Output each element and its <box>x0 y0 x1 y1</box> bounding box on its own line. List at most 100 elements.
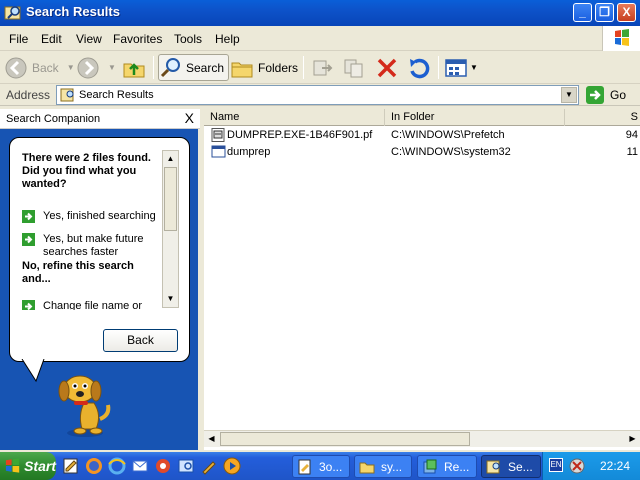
taskbar-task-1[interactable]: 3o... <box>292 455 350 478</box>
address-bar: Address Search Results ▼ Go <box>0 84 640 106</box>
task-label: Re... <box>444 459 470 474</box>
restore-button[interactable]: ❐ <box>595 3 614 22</box>
column-in-folder[interactable]: In Folder <box>385 109 565 126</box>
results-list: Name In Folder S DUMPREP.EXE-1B46F901.pf… <box>204 109 640 450</box>
folder-icon <box>359 462 375 473</box>
menu-help[interactable]: Help <box>215 32 240 46</box>
green-arrow-icon <box>22 233 35 246</box>
search-results-icon <box>486 460 500 473</box>
column-name[interactable]: Name <box>204 109 385 126</box>
table-row[interactable]: dumprep C:\WINDOWS\system32 11 <box>204 144 640 161</box>
column-size[interactable]: S <box>565 109 640 126</box>
column-headers: Name In Folder S <box>204 109 640 126</box>
delete-button[interactable] <box>375 54 399 81</box>
language-indicator[interactable]: EN <box>549 458 563 472</box>
title-bar[interactable]: Search Results _ ❐ X <box>0 0 640 26</box>
menu-favorites[interactable]: Favorites <box>113 32 162 46</box>
system-tray: EN 22:24 <box>542 452 640 480</box>
scroll-left-arrow-icon[interactable]: ◀ <box>204 432 219 446</box>
address-input[interactable]: Search Results ▼ <box>56 85 579 105</box>
search-label: Search <box>186 60 225 75</box>
undo-icon <box>410 58 430 78</box>
search-companion-title: Search Companion <box>6 113 101 125</box>
folders-icon <box>231 62 253 77</box>
rover-dog-icon <box>58 375 111 437</box>
document-icon <box>298 459 311 474</box>
start-button[interactable]: Start <box>0 452 56 480</box>
chevron-down-icon[interactable]: ▼ <box>67 63 75 72</box>
taskbar-task-4[interactable]: Se... <box>481 455 541 478</box>
scroll-down-arrow-icon[interactable]: ▼ <box>164 292 177 306</box>
menu-file[interactable]: File <box>9 32 28 46</box>
views-button[interactable]: ▼ <box>444 54 478 81</box>
file-size: 11 <box>626 146 638 158</box>
forward-button[interactable]: ▼ <box>76 54 116 81</box>
media-icon[interactable] <box>154 457 172 475</box>
outlook-express-icon[interactable] <box>131 457 149 475</box>
folders-label: Folders <box>258 60 299 75</box>
copy-to-button[interactable] <box>342 54 366 81</box>
task-label: sy... <box>381 459 403 474</box>
menu-tools[interactable]: Tools <box>174 32 202 46</box>
network-disconnected-icon[interactable] <box>569 458 585 474</box>
scroll-up-arrow-icon[interactable]: ▲ <box>164 152 177 166</box>
scroll-thumb[interactable] <box>164 167 177 231</box>
registry-icon <box>423 459 437 473</box>
notepad-icon[interactable] <box>62 457 80 475</box>
chevron-down-icon[interactable]: ▼ <box>470 63 478 72</box>
views-icon <box>445 58 467 77</box>
up-folder-button[interactable] <box>122 54 146 81</box>
results-found-heading: There were 2 files found. Did you find w… <box>22 152 151 190</box>
clock[interactable]: 22:24 <box>600 459 630 473</box>
scroll-right-arrow-icon[interactable]: ▶ <box>625 432 640 446</box>
magnifier-icon <box>160 57 180 77</box>
folders-button[interactable]: Folders <box>230 54 298 81</box>
yes-finished-option[interactable]: Yes, finished searching <box>22 210 156 223</box>
refine-heading: No, refine this search and... <box>22 260 134 285</box>
move-to-button[interactable] <box>310 54 334 81</box>
undo-button[interactable] <box>407 54 431 81</box>
minimize-button[interactable]: _ <box>573 3 592 22</box>
back-button[interactable]: Back ▼ <box>4 54 75 81</box>
internet-explorer-icon[interactable] <box>108 457 126 475</box>
search-button[interactable]: Search <box>158 54 230 81</box>
window-title: Search Results <box>26 4 120 19</box>
speech-bubble: There were 2 files found. Did you find w… <box>9 137 190 362</box>
windows-logo-icon <box>5 458 20 473</box>
forward-arrow-icon <box>77 57 99 78</box>
copy-to-icon <box>344 59 363 77</box>
media-player-icon[interactable] <box>223 457 241 475</box>
explorer-icon[interactable] <box>177 457 195 475</box>
close-button[interactable]: X <box>617 3 636 22</box>
address-dropdown-button[interactable]: ▼ <box>561 87 577 103</box>
windows-logo-icon <box>602 26 640 51</box>
tools-icon[interactable] <box>200 457 218 475</box>
bubble-scrollbar[interactable]: ▲ ▼ <box>162 150 179 308</box>
address-value: Search Results <box>79 89 154 101</box>
change-file-name-label: Change file name or keywords <box>43 300 143 310</box>
taskbar-task-2[interactable]: sy... <box>354 455 412 478</box>
folder-up-icon <box>123 62 145 77</box>
application-icon <box>211 145 226 158</box>
companion-back-button[interactable]: Back <box>103 329 178 352</box>
green-arrow-icon <box>22 300 35 310</box>
address-label: Address <box>6 88 51 102</box>
go-arrow-icon <box>586 86 604 104</box>
menu-view[interactable]: View <box>76 32 102 46</box>
menu-edit[interactable]: Edit <box>41 32 62 46</box>
back-label: Back <box>32 60 59 75</box>
yes-faster-label: Yes, but make future searches faster <box>43 233 144 258</box>
close-pane-button[interactable]: X <box>185 110 194 126</box>
horizontal-scrollbar[interactable]: ◀ ▶ <box>204 430 640 447</box>
go-button[interactable]: Go <box>585 85 626 105</box>
green-arrow-icon <box>22 210 35 223</box>
firefox-icon[interactable] <box>85 457 103 475</box>
scroll-thumb[interactable] <box>220 432 470 446</box>
search-results-icon <box>60 88 74 102</box>
table-row[interactable]: DUMPREP.EXE-1B46F901.pf C:\WINDOWS\Prefe… <box>204 127 640 144</box>
chevron-down-icon[interactable]: ▼ <box>108 63 116 72</box>
yes-faster-option[interactable]: Yes, but make future searches faster <box>22 233 157 259</box>
taskbar-task-3[interactable]: Re... <box>417 455 477 478</box>
change-file-name-option[interactable]: Change file name or keywords <box>22 300 157 310</box>
taskbar: Start 3o... sy... Re... Se... EN 22:24 <box>0 452 640 480</box>
